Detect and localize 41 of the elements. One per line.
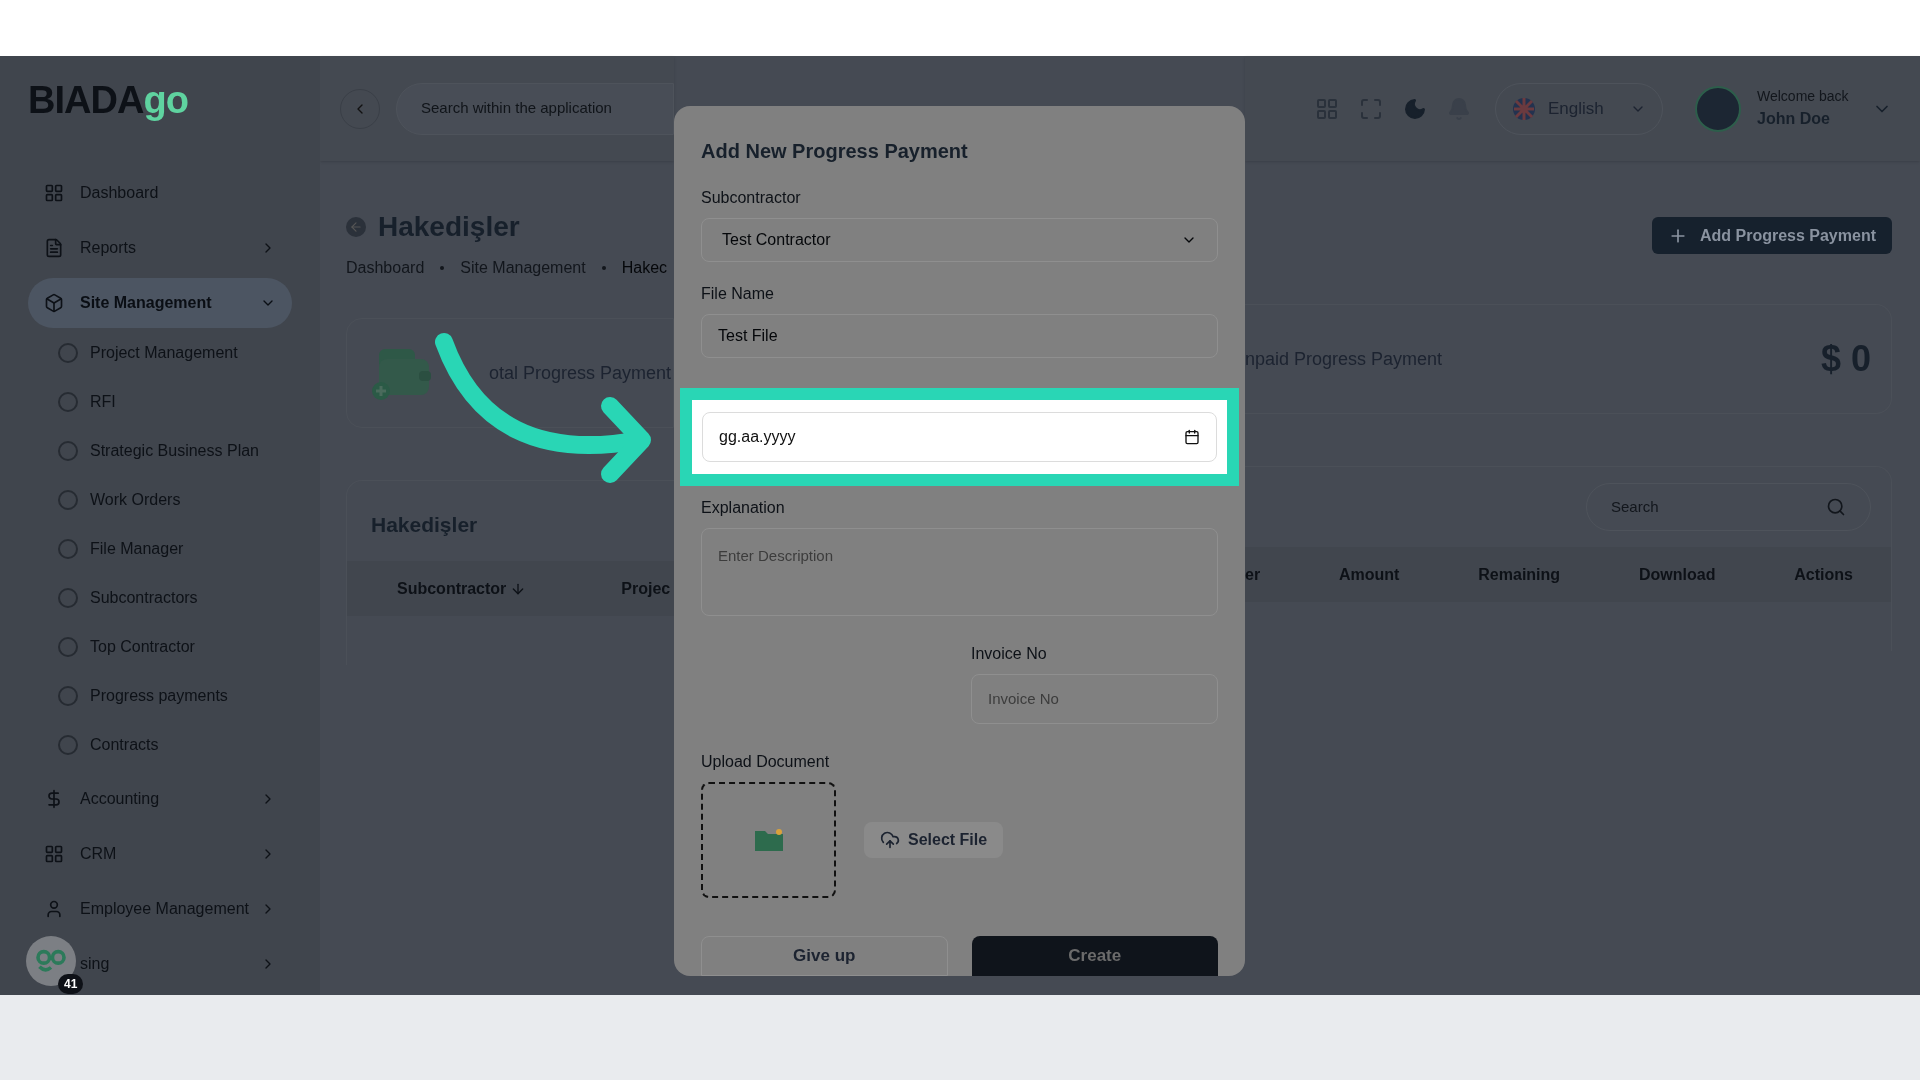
smile-logo-icon [35, 948, 67, 974]
field-label: Explanation [701, 497, 786, 518]
sidebar-item[interactable]: Site Management [28, 278, 292, 328]
column-header[interactable]: Subcontractor [397, 576, 527, 601]
flag-icon [1512, 96, 1536, 121]
field-label: Upload Document [701, 752, 831, 772]
file-name-field[interactable]: Test File [701, 313, 1218, 358]
field-label: Invoice No [971, 644, 1048, 664]
search-icon [1826, 497, 1846, 517]
column-header[interactable]: Projec [621, 576, 671, 601]
invoice-field[interactable]: Invoice No [971, 674, 1218, 724]
column-header[interactable]: Amount [1339, 562, 1400, 587]
calendar-icon [1184, 428, 1200, 445]
search-field[interactable]: Search within the application [396, 82, 674, 135]
field-label: File Name [701, 283, 775, 304]
back-icon[interactable] [346, 217, 366, 237]
column-header[interactable]: Download [1639, 562, 1716, 587]
breadcrumb-link[interactable]: Dashboard [346, 256, 425, 280]
subcontractor-select[interactable]: Test Contractor [701, 218, 1218, 262]
column-header[interactable]: Actions [1794, 562, 1853, 587]
field-label: Subcontractor [701, 188, 802, 208]
dialog-title: Add New Progress Payment [701, 139, 969, 164]
dot-separator [601, 266, 606, 270]
select-file-button[interactable]: Select File [864, 822, 1004, 858]
date-field[interactable]: gg.aa.yyyy [702, 411, 1217, 462]
description-field[interactable]: Enter Description [701, 527, 1218, 616]
dot-separator [440, 266, 445, 270]
upload-dropzone[interactable] [701, 782, 836, 898]
help-bubble[interactable] [26, 936, 76, 986]
apps-icon[interactable] [1315, 96, 1339, 121]
column-header[interactable]: er [1245, 562, 1261, 587]
count-badge: 41 [58, 974, 84, 994]
add-progress-payment-button[interactable]: Add Progress Payment [1651, 217, 1892, 254]
theme-toggle-icon[interactable] [1403, 96, 1427, 121]
breadcrumb-link[interactable]: Site Management [460, 256, 586, 280]
upload-icon [880, 830, 900, 850]
create-button[interactable]: Create [971, 936, 1218, 976]
cancel-button[interactable]: Give up [701, 936, 948, 976]
fullscreen-icon[interactable] [1359, 96, 1383, 121]
breadcrumb-link[interactable]: Hakec [621, 256, 668, 280]
avatar[interactable] [1695, 85, 1741, 132]
